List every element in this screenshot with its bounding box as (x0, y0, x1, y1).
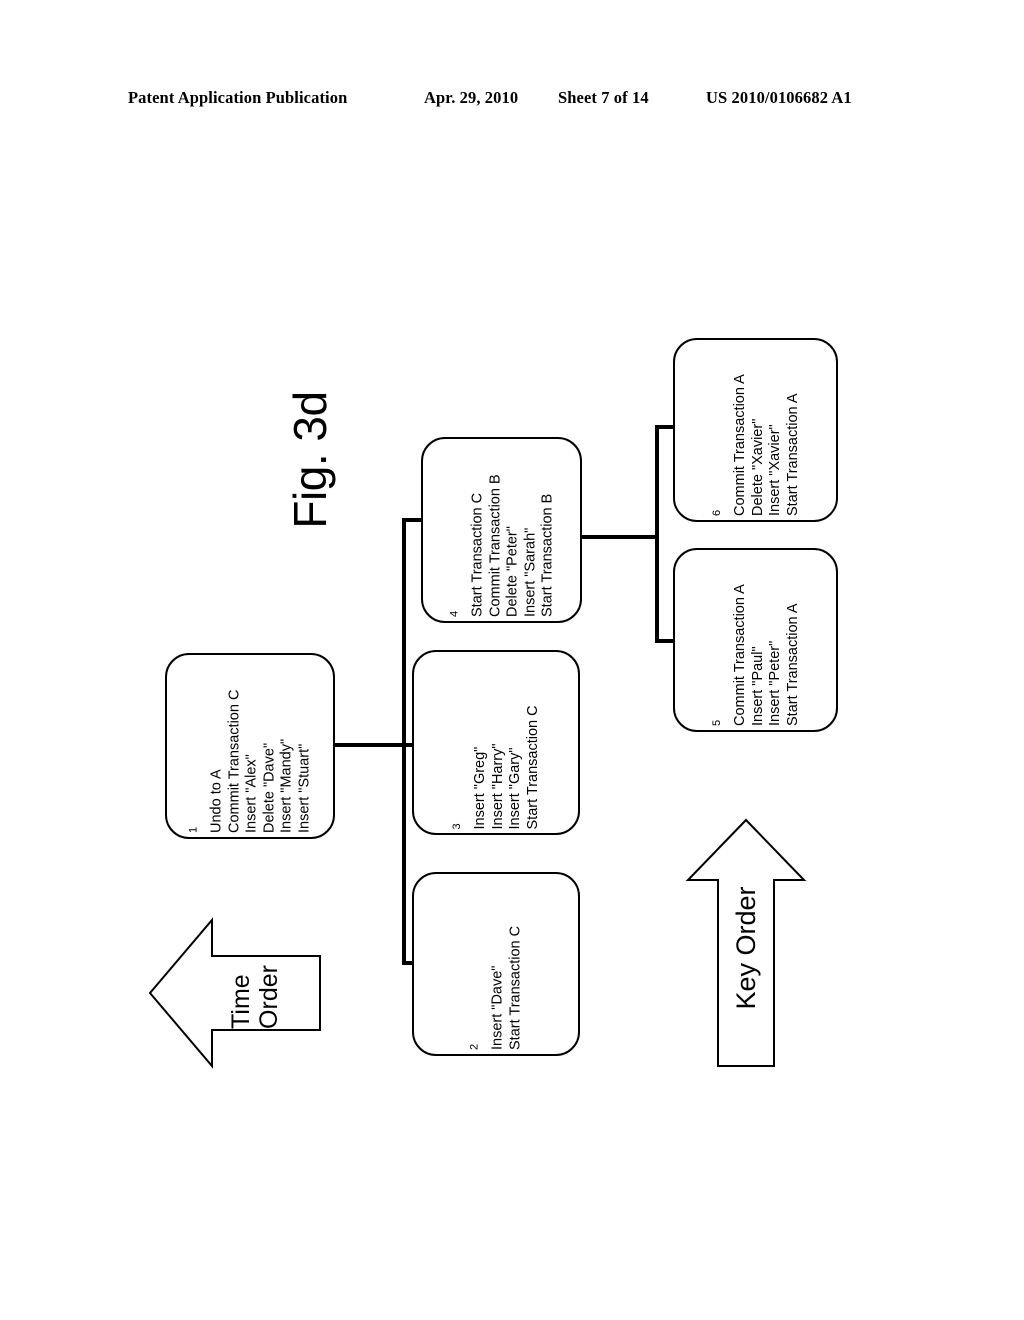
node-6-lines: Commit Transaction A Delete "Xavier" Ins… (732, 374, 802, 516)
node-3: 3 Insert "Greg" Insert "Harry" Insert "G… (412, 650, 580, 835)
node-3-line-4: Start Transaction C (524, 704, 541, 829)
figure-3d: Fig. 3d 1 Undo to A Commit Transaction C… (0, 0, 1024, 1320)
node-5-line-1: Commit Transaction A (731, 584, 748, 726)
node-5-line-3: Insert "Peter" (766, 640, 783, 726)
node-1-lines: Undo to A Commit Transaction C Insert "A… (209, 690, 314, 833)
connector-right-bus (655, 425, 659, 643)
node-5-line-2: Insert "Paul" (749, 646, 765, 726)
node-3-line-2: Insert "Harry" (489, 742, 506, 829)
node-1-line-1: Undo to A (208, 769, 225, 833)
node-6-line-1: Commit Transaction A (731, 374, 748, 516)
node-2-line-1: Insert "Dave" (489, 965, 506, 1050)
figure-title-label: Fig. 3d (284, 391, 336, 529)
node-4-line-4: Insert "Sarah" (521, 527, 538, 617)
connector-node4-to-bus (581, 535, 659, 539)
key-order-arrow-label: Key Order (731, 886, 761, 1010)
node-2-lines: Insert "Dave" Start Transaction C (490, 926, 525, 1050)
node-6-line-2: Delete "Xavier" (749, 418, 765, 516)
node-3-line-1: Insert "Greg" (472, 746, 488, 829)
node-3-line-3: Insert "Gary" (507, 746, 523, 829)
node-4-line-5: Start Transaction B (538, 493, 555, 617)
node-1-number: 1 (187, 826, 200, 833)
key-order-arrow: Key Order (685, 818, 807, 1068)
node-1-line-5: Insert "Mandy" (278, 738, 295, 833)
node-4-line-1: Start Transaction C (468, 492, 485, 617)
node-1-line-3: Insert "Alex" (243, 754, 260, 833)
patent-page: Patent Application Publication Apr. 29, … (0, 0, 1024, 1320)
node-1-line-4: Delete "Dave" (261, 742, 277, 833)
node-5-line-4: Start Transaction A (784, 603, 800, 726)
node-6-line-4: Start Transaction A (784, 393, 800, 516)
node-4-line-3: Delete "Peter" (503, 526, 520, 617)
node-6-number: 6 (710, 509, 723, 516)
node-2-line-2: Start Transaction C (507, 925, 523, 1050)
time-order-label-line-2: Order (255, 964, 284, 1029)
time-order-arrow: Time Order (148, 898, 321, 1088)
node-5: 5 Commit Transaction A Insert "Paul" Ins… (673, 548, 838, 732)
node-3-lines: Insert "Greg" Insert "Harry" Insert "Gar… (472, 705, 542, 829)
connector-node1-to-bus (334, 743, 406, 747)
node-5-number: 5 (710, 719, 723, 726)
figure-title: Fig. 3d (280, 360, 340, 560)
time-order-label-line-1: Time (227, 974, 256, 1029)
time-order-arrow-label: Time Order (227, 965, 283, 1029)
node-4-number: 4 (447, 610, 460, 617)
node-1-line-6: Insert "Stuart" (296, 743, 312, 833)
node-4: 4 Start Transaction C Commit Transaction… (421, 437, 582, 623)
node-1-line-2: Commit Transaction C (226, 689, 242, 833)
node-6-line-3: Insert "Xavier" (766, 424, 783, 516)
node-2-number: 2 (468, 1043, 481, 1050)
node-1: 1 Undo to A Commit Transaction C Insert … (165, 653, 335, 839)
node-4-lines: Start Transaction C Commit Transaction B… (469, 474, 557, 617)
node-6: 6 Commit Transaction A Delete "Xavier" I… (673, 338, 838, 522)
node-2: 2 Insert "Dave" Start Transaction C (412, 872, 580, 1056)
node-4-line-2: Commit Transaction B (486, 474, 503, 617)
node-5-lines: Commit Transaction A Insert "Paul" Inser… (732, 584, 802, 726)
node-3-number: 3 (451, 822, 463, 829)
